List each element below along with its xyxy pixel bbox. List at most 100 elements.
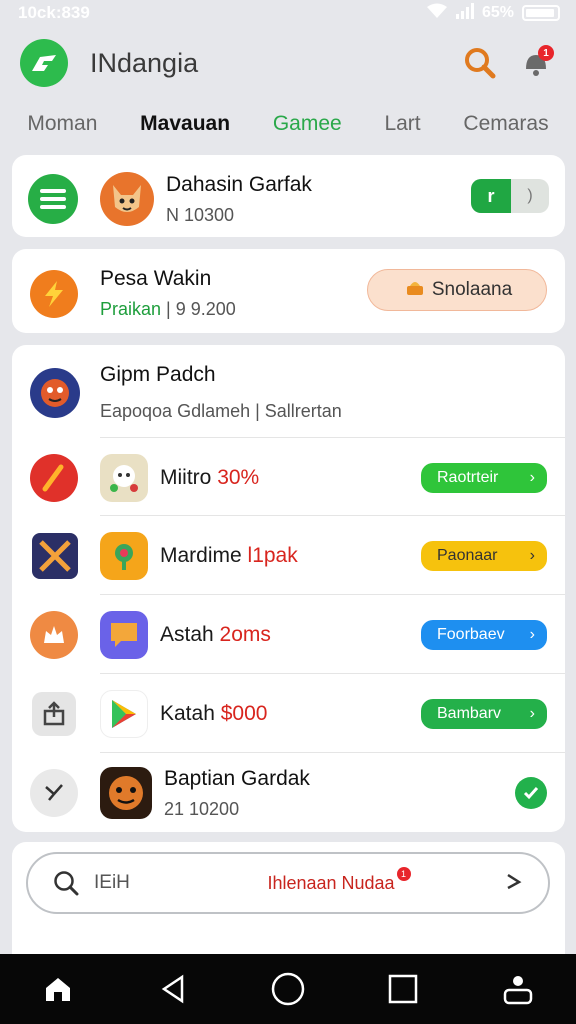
fox-avatar-icon bbox=[100, 172, 154, 226]
last-item-title: Baptian Gardak bbox=[164, 766, 310, 790]
battery-icon bbox=[522, 5, 560, 21]
profile-button[interactable] bbox=[493, 964, 543, 1014]
tab-mavauan[interactable]: Mavauan bbox=[140, 112, 230, 136]
list-item[interactable]: Katah $000 Bambarv › bbox=[12, 686, 565, 742]
item-name: Astah bbox=[160, 623, 214, 646]
item-action-button[interactable]: Paonaar › bbox=[421, 541, 547, 571]
promo-status: Praikan bbox=[100, 299, 162, 319]
tiger-app-icon bbox=[100, 767, 152, 819]
system-nav-bar bbox=[0, 954, 576, 1024]
gift-icon bbox=[406, 280, 424, 301]
list-item[interactable]: Baptian Gardak 21 10200 bbox=[12, 764, 565, 822]
chevron-right-icon: › bbox=[529, 626, 535, 643]
back-triangle-icon bbox=[161, 974, 184, 1004]
chat-app-icon bbox=[100, 611, 148, 659]
square-icon bbox=[388, 974, 418, 1004]
back-button[interactable] bbox=[148, 964, 198, 1014]
search-icon bbox=[465, 48, 496, 79]
chevron-right-icon: › bbox=[529, 547, 535, 564]
share-icon bbox=[32, 692, 76, 736]
swipe-icon bbox=[30, 769, 78, 817]
puppet-app-icon bbox=[100, 454, 148, 502]
list-item[interactable]: Mardime l1pak Paonaar › bbox=[12, 528, 565, 584]
list-header-subtitle: Eapoqoa Gdlameh | Sallrertan bbox=[100, 401, 342, 421]
item-action-button[interactable]: Bambarv › bbox=[421, 699, 547, 729]
search-button[interactable] bbox=[460, 43, 500, 83]
menu-icon[interactable] bbox=[28, 174, 78, 224]
item-name: Miitro bbox=[160, 466, 212, 489]
notification-button[interactable]: 1 bbox=[516, 43, 556, 83]
divider bbox=[100, 437, 565, 438]
status-bar: 10ck:839 65% bbox=[0, 0, 576, 26]
game-mascot-icon bbox=[30, 367, 80, 418]
chevron-right-icon: › bbox=[529, 705, 535, 722]
flower-app-icon bbox=[100, 532, 148, 580]
shell-icon bbox=[30, 611, 78, 659]
divider bbox=[100, 515, 565, 516]
list-item[interactable]: Miitro 30% Raotrteir › bbox=[12, 450, 565, 506]
list-header-title: Gipm Padch bbox=[100, 363, 216, 386]
recents-button[interactable] bbox=[378, 964, 428, 1014]
item-highlight: l1pak bbox=[247, 544, 298, 567]
promo-card[interactable]: Pesa Wakin Praikan | 9 9.200 Snolaana bbox=[12, 249, 565, 333]
chevron-down-icon[interactable] bbox=[504, 871, 524, 896]
home-button[interactable] bbox=[33, 964, 83, 1014]
battery-percent: 65% bbox=[481, 4, 514, 21]
tab-bar: Moman Mavauan Gamee Lart Cemaras bbox=[0, 104, 576, 144]
app-logo-icon bbox=[20, 39, 68, 87]
divider bbox=[100, 594, 565, 595]
item-name: Katah bbox=[160, 702, 215, 725]
search-input[interactable]: IEiH bbox=[94, 872, 184, 894]
list-item[interactable]: Astah 2oms Foorbaev › bbox=[12, 607, 565, 663]
divider bbox=[100, 673, 565, 674]
last-item-subtitle: 21 10200 bbox=[164, 798, 240, 819]
tab-moman[interactable]: Moman bbox=[27, 112, 97, 136]
item-action-button[interactable]: Raotrteir › bbox=[421, 463, 547, 493]
item-action-label: Bambarv bbox=[437, 705, 502, 722]
signal-icon bbox=[455, 2, 474, 24]
wifi-icon bbox=[426, 3, 448, 24]
play-store-icon bbox=[100, 690, 148, 738]
featured-subtitle: N 10300 bbox=[166, 204, 235, 225]
chevron-right-icon: › bbox=[529, 469, 535, 486]
search-center-text: Ihlenaan Nudaa bbox=[267, 872, 395, 893]
promo-value: 9 9.200 bbox=[175, 299, 236, 319]
promo-button-label: Snolaana bbox=[431, 279, 513, 300]
item-action-label: Paonaar bbox=[437, 547, 498, 564]
circle-icon bbox=[271, 972, 305, 1006]
featured-title: Dahasin Garfak bbox=[166, 172, 312, 196]
profile-icon bbox=[504, 976, 533, 1005]
search-bar[interactable]: IEiH Ihlenaan Nudaa 1 bbox=[26, 852, 550, 914]
tab-lart[interactable]: Lart bbox=[384, 112, 420, 136]
featured-toggle[interactable]: r ) bbox=[471, 179, 549, 213]
tab-gamee[interactable]: Gamee bbox=[273, 112, 342, 136]
status-time: 10ck:839 bbox=[18, 3, 90, 22]
app-header: INdangia 1 bbox=[0, 30, 576, 96]
featured-card[interactable]: Dahasin Garfak N 10300 r ) bbox=[12, 155, 565, 237]
item-highlight: 30% bbox=[217, 466, 260, 489]
promo-separator: | bbox=[166, 299, 171, 319]
item-highlight: $000 bbox=[220, 702, 268, 725]
fire-icon bbox=[30, 454, 78, 502]
home-icon bbox=[45, 978, 70, 1001]
whatsapp-icon[interactable] bbox=[515, 777, 547, 809]
lightning-icon bbox=[30, 269, 78, 318]
item-action-label: Foorbaev bbox=[437, 626, 505, 643]
app-title: INdangia bbox=[90, 47, 199, 78]
promo-button[interactable]: Snolaana bbox=[367, 269, 547, 311]
toggle-on-label: r bbox=[471, 179, 511, 213]
search-icon bbox=[54, 871, 79, 896]
item-action-button[interactable]: Foorbaev › bbox=[421, 620, 547, 650]
notification-badge: 1 bbox=[538, 45, 554, 61]
item-highlight: 2oms bbox=[219, 623, 271, 646]
crossed-swords-icon bbox=[32, 533, 78, 579]
search-card: IEiH Ihlenaan Nudaa 1 bbox=[12, 842, 565, 954]
divider bbox=[100, 752, 565, 753]
search-badge: 1 bbox=[396, 866, 411, 881]
item-name: Mardime bbox=[160, 544, 242, 567]
tab-cemaras[interactable]: Cemaras bbox=[463, 112, 548, 136]
item-action-label: Raotrteir bbox=[437, 469, 499, 486]
home-circle-button[interactable] bbox=[263, 964, 313, 1014]
promo-title: Pesa Wakin bbox=[100, 267, 212, 290]
toggle-off-icon: ) bbox=[527, 187, 533, 204]
